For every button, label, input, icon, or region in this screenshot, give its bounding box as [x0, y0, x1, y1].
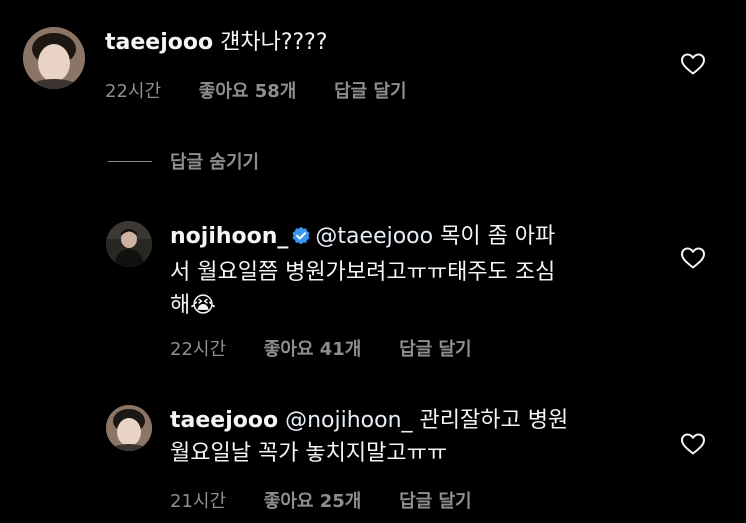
mention-link[interactable]: @nojihoon_ [285, 408, 412, 433]
comment-text: taeejooo 걘차나???? [105, 26, 328, 59]
comment-body-line3: 해 [170, 293, 191, 318]
likes-count[interactable]: 좋아요 25개 [264, 487, 362, 513]
avatar[interactable] [23, 27, 85, 89]
comment-body: 걘차나???? [220, 30, 328, 55]
reply-button[interactable]: 답글 달기 [334, 77, 407, 103]
like-heart-icon[interactable] [680, 432, 706, 456]
verified-badge-icon [291, 223, 311, 256]
hide-replies-button[interactable]: 답글 숨기기 [108, 148, 259, 174]
comment-meta: 22시간 좋아요 58개 답글 달기 [105, 77, 407, 103]
comment-username[interactable]: taeejooo [105, 30, 213, 55]
comment-body-line2: 월요일날 꼭가 놓치지말고ㅠㅠ [170, 441, 448, 466]
comment-text: taeejooo @nojihoon_ 관리잘하고 병원 월요일날 꼭가 놓치지… [170, 404, 650, 470]
comment-body-line1: 목이 좀 아파 [440, 224, 556, 249]
reply-button[interactable]: 답글 달기 [399, 335, 472, 361]
loudly-crying-emoji: 😭 [190, 293, 216, 318]
likes-count[interactable]: 좋아요 41개 [264, 335, 362, 361]
avatar[interactable] [106, 221, 152, 267]
comment-body-line2: 서 월요일쯤 병원가보려고ㅠㅠ태주도 조심 [170, 260, 556, 285]
comment-time: 22시간 [170, 339, 227, 360]
likes-count[interactable]: 좋아요 58개 [199, 77, 297, 103]
comment-time: 22시간 [105, 81, 162, 102]
mention-link[interactable]: @taeejooo [315, 224, 433, 249]
comment-meta: 22시간 좋아요 41개 답글 달기 [170, 335, 472, 361]
comment-username[interactable]: taeejooo [170, 408, 278, 433]
avatar[interactable] [106, 405, 152, 451]
like-heart-icon[interactable] [680, 246, 706, 270]
reply-button[interactable]: 답글 달기 [399, 487, 472, 513]
hide-replies-divider [108, 160, 152, 162]
comment-body-line1: 관리잘하고 병원 [419, 408, 569, 433]
comment-meta: 21시간 좋아요 25개 답글 달기 [170, 487, 472, 513]
comment-text: nojihoon_ @taeejooo 목이 좀 아파 서 월요일쯤 병원가보려고… [170, 220, 650, 322]
comment-username[interactable]: nojihoon_ [170, 224, 288, 249]
hide-replies-label: 답글 숨기기 [170, 152, 260, 173]
comment-time: 21시간 [170, 491, 227, 512]
like-heart-icon[interactable] [680, 52, 706, 76]
